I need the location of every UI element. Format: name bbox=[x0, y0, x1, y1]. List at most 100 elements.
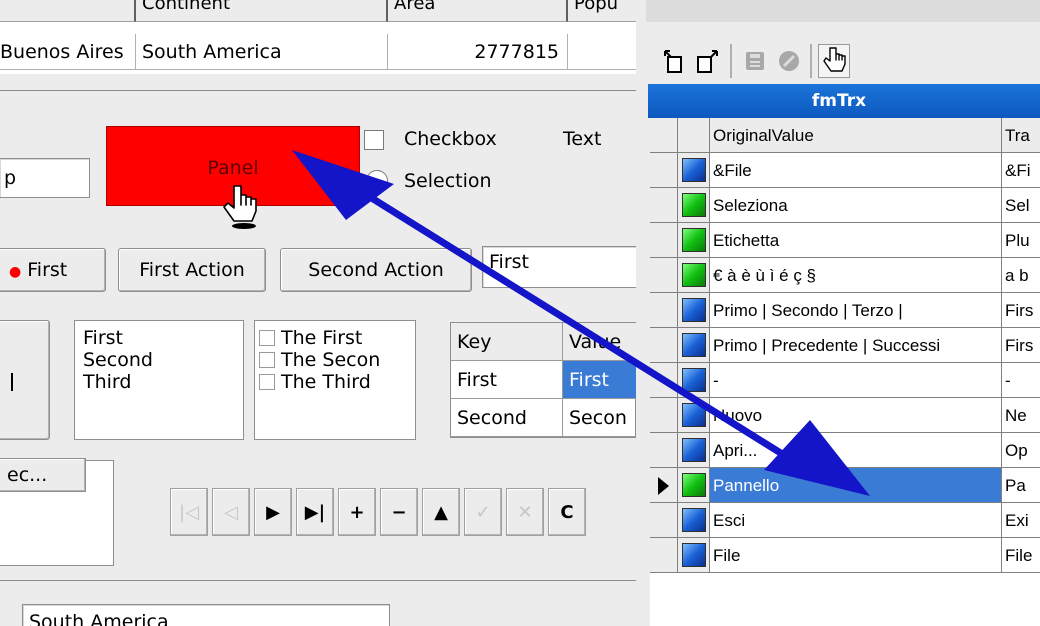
cell-translation[interactable]: Plu bbox=[1002, 223, 1040, 258]
post-icon[interactable]: ✓ bbox=[464, 488, 502, 536]
cell-translation[interactable]: Firs bbox=[1002, 293, 1040, 328]
cell-original-value[interactable]: Nuovo bbox=[710, 398, 1002, 433]
kv-cell-key[interactable]: First bbox=[451, 361, 563, 399]
tab-header[interactable]: ec... bbox=[0, 458, 86, 492]
grid-cell-population[interactable] bbox=[568, 34, 636, 70]
cell-translation[interactable]: a b bbox=[1002, 258, 1040, 293]
kv-cell-value[interactable]: Secon bbox=[563, 399, 636, 437]
grid-header-capital[interactable] bbox=[0, 0, 136, 22]
cell-original-value[interactable]: - bbox=[710, 363, 1002, 398]
row-indicator[interactable] bbox=[650, 433, 678, 468]
cell-original-value[interactable]: Primo | Secondo | Terzo | bbox=[710, 293, 1002, 328]
status-flag[interactable] bbox=[678, 328, 710, 363]
cell-translation[interactable]: Op bbox=[1002, 433, 1040, 468]
check-list-box[interactable]: The First The Secon The Third bbox=[254, 320, 416, 440]
first-action-button[interactable]: First Action bbox=[118, 248, 266, 292]
status-flag[interactable] bbox=[678, 433, 710, 468]
cell-translation[interactable]: Pa bbox=[1002, 468, 1040, 503]
cell-translation[interactable]: Exi bbox=[1002, 503, 1040, 538]
insert-icon[interactable]: + bbox=[338, 488, 376, 536]
delete-icon[interactable]: − bbox=[380, 488, 418, 536]
cell-translation[interactable]: Ne bbox=[1002, 398, 1040, 433]
cell-translation[interactable]: Sel bbox=[1002, 188, 1040, 223]
check-list-item[interactable]: The Third bbox=[259, 371, 415, 393]
selection-radio[interactable] bbox=[366, 170, 388, 192]
status-flag[interactable] bbox=[678, 188, 710, 223]
cell-original-value[interactable]: Seleziona bbox=[710, 188, 1002, 223]
status-flag[interactable] bbox=[678, 363, 710, 398]
cell-original-value[interactable]: € à è ù ì é ç § bbox=[710, 258, 1002, 293]
status-flag[interactable] bbox=[678, 538, 710, 573]
grid-header-flag[interactable] bbox=[678, 118, 710, 153]
last-icon[interactable]: ▶| bbox=[296, 488, 334, 536]
bottom-edit[interactable]: South America bbox=[22, 604, 390, 626]
cell-original-value[interactable]: Pannello bbox=[710, 468, 1002, 503]
text-edit[interactable]: p bbox=[0, 158, 90, 198]
row-indicator[interactable] bbox=[650, 398, 678, 433]
row-indicator[interactable] bbox=[650, 188, 678, 223]
cell-original-value[interactable]: Etichetta bbox=[710, 223, 1002, 258]
status-flag[interactable] bbox=[678, 503, 710, 538]
export-icon[interactable] bbox=[694, 48, 720, 74]
cell-original-value[interactable]: Apri... bbox=[710, 433, 1002, 468]
translation-grid[interactable]: OriginalValue Tra &File &Fi Seleziona Sel Etic… bbox=[650, 118, 1040, 626]
refresh-icon[interactable]: C bbox=[548, 488, 586, 536]
row-indicator[interactable] bbox=[650, 328, 678, 363]
kv-header-key[interactable]: Key bbox=[451, 323, 563, 361]
prior-icon[interactable]: ◁ bbox=[212, 488, 250, 536]
cell-translation[interactable]: File bbox=[1002, 538, 1040, 573]
side-control[interactable] bbox=[0, 320, 50, 440]
status-flag[interactable] bbox=[678, 468, 710, 503]
first-button[interactable]: ● First bbox=[0, 248, 106, 292]
cell-original-value[interactable]: File bbox=[710, 538, 1002, 573]
key-value-grid[interactable]: Key Value First First Second Secon bbox=[450, 322, 636, 438]
first-icon[interactable]: |◁ bbox=[170, 488, 208, 536]
row-indicator[interactable] bbox=[650, 538, 678, 573]
db-navigator[interactable]: |◁ ◁ ▶ ▶| + − ▲ ✓ ✕ C bbox=[170, 488, 590, 536]
kv-cell-key[interactable]: Second bbox=[451, 399, 563, 437]
kv-header-value[interactable]: Value bbox=[563, 323, 636, 361]
save-icon[interactable] bbox=[742, 48, 768, 74]
next-icon[interactable]: ▶ bbox=[254, 488, 292, 536]
item-checkbox[interactable] bbox=[259, 352, 275, 368]
check-list-item[interactable]: The First bbox=[259, 327, 415, 349]
edit-icon[interactable]: ▲ bbox=[422, 488, 460, 536]
list-item[interactable]: Second bbox=[83, 349, 243, 371]
grid-header-population[interactable]: Popu bbox=[568, 0, 636, 22]
grid-cell-continent[interactable]: South America bbox=[136, 34, 388, 70]
status-flag[interactable] bbox=[678, 258, 710, 293]
row-indicator[interactable] bbox=[650, 223, 678, 258]
row-indicator[interactable] bbox=[650, 363, 678, 398]
import-icon[interactable] bbox=[662, 48, 688, 74]
grid-header-original[interactable]: OriginalValue bbox=[710, 118, 1002, 153]
cancel-icon[interactable]: ✕ bbox=[506, 488, 544, 536]
item-checkbox[interactable] bbox=[259, 330, 275, 346]
row-indicator[interactable] bbox=[650, 468, 678, 503]
list-item[interactable]: First bbox=[83, 327, 243, 349]
cell-original-value[interactable]: &File bbox=[710, 153, 1002, 188]
countries-grid[interactable]: Continent Area Popu Buenos Aires South A… bbox=[0, 0, 636, 74]
grid-cell-capital[interactable]: Buenos Aires bbox=[0, 34, 136, 70]
cell-original-value[interactable]: Primo | Precedente | Successi bbox=[710, 328, 1002, 363]
check-list-item[interactable]: The Secon bbox=[259, 349, 415, 371]
status-flag[interactable] bbox=[678, 223, 710, 258]
list-box[interactable]: First Second Third bbox=[74, 320, 244, 440]
row-indicator[interactable] bbox=[650, 153, 678, 188]
cell-translation[interactable]: Firs bbox=[1002, 328, 1040, 363]
item-checkbox[interactable] bbox=[259, 374, 275, 390]
status-flag[interactable] bbox=[678, 153, 710, 188]
grid-cell-area[interactable]: 2777815 bbox=[388, 34, 568, 70]
cancel-icon[interactable] bbox=[776, 48, 802, 74]
checkbox[interactable] bbox=[364, 130, 384, 150]
cell-translation[interactable]: &Fi bbox=[1002, 153, 1040, 188]
pick-control-icon[interactable] bbox=[818, 44, 850, 78]
combo-box[interactable]: First bbox=[482, 246, 636, 288]
second-action-button[interactable]: Second Action bbox=[280, 248, 472, 292]
grid-header-area[interactable]: Area bbox=[388, 0, 568, 22]
list-item[interactable]: Third bbox=[83, 371, 243, 393]
status-flag[interactable] bbox=[678, 293, 710, 328]
row-indicator[interactable] bbox=[650, 293, 678, 328]
row-indicator[interactable] bbox=[650, 503, 678, 538]
grid-header-continent[interactable]: Continent bbox=[136, 0, 388, 22]
cell-translation[interactable]: - bbox=[1002, 363, 1040, 398]
